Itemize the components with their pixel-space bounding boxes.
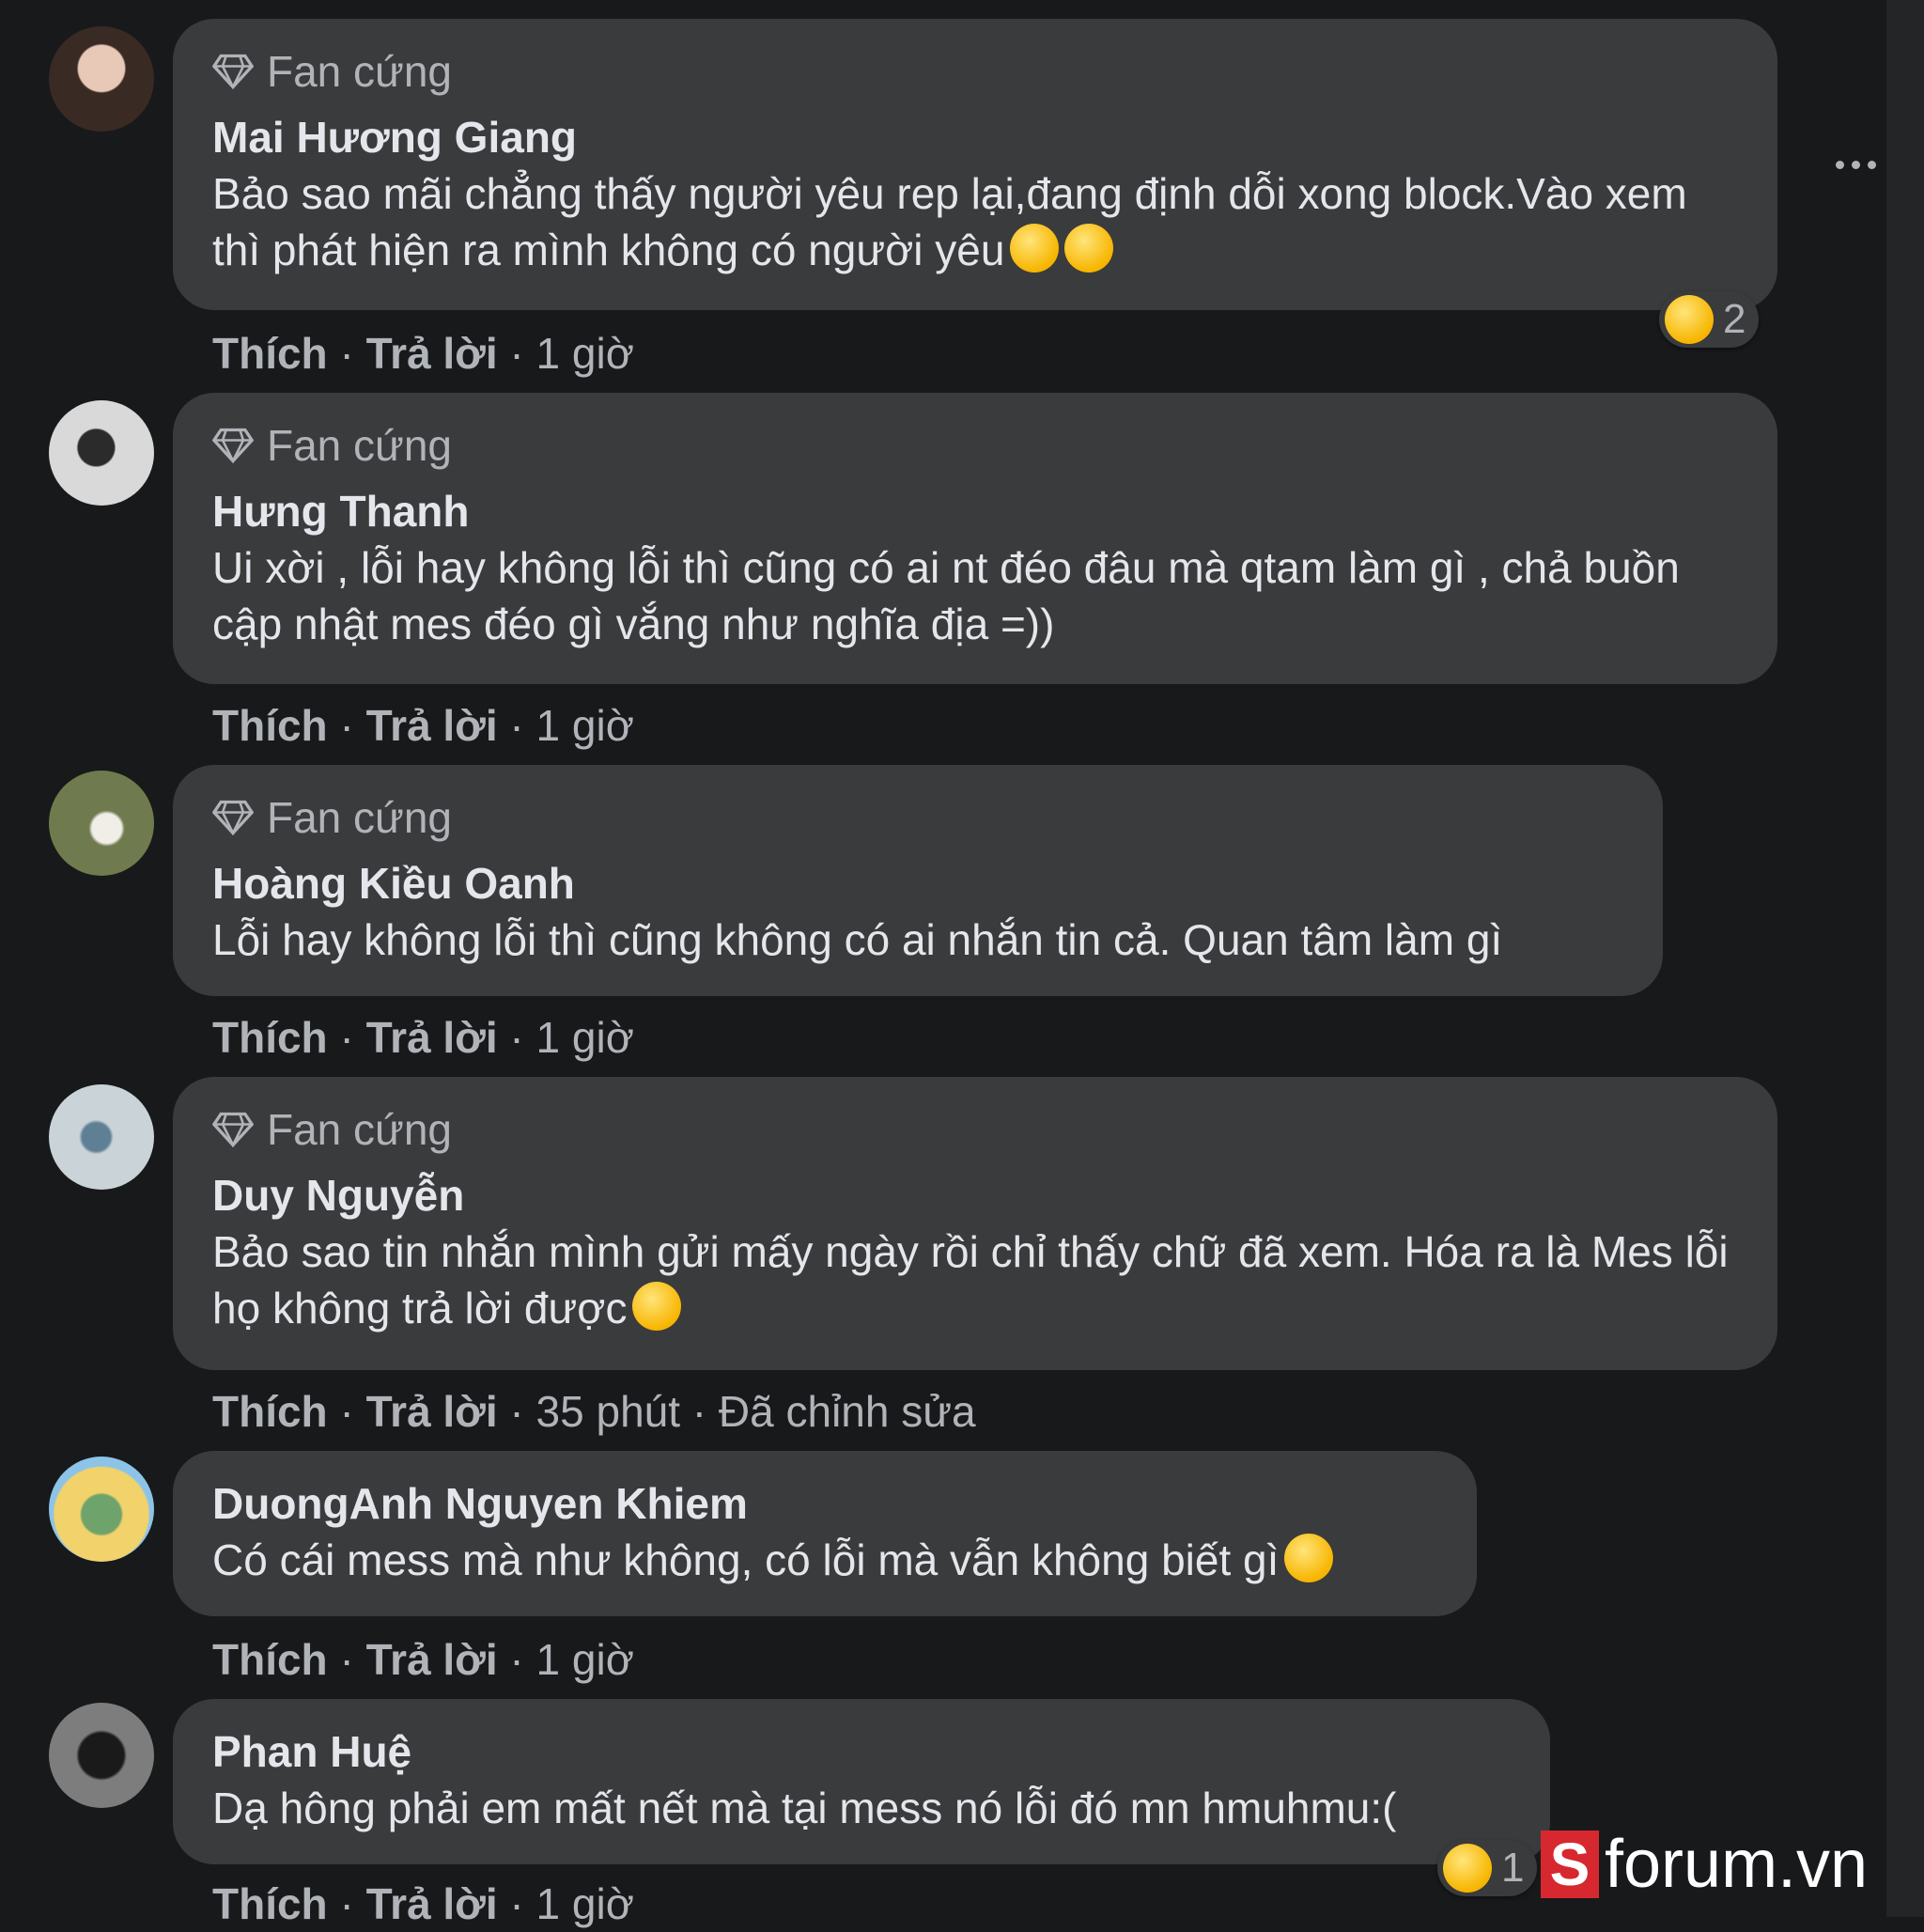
comment-actions: Thích · Trả lời · 1 giờ — [212, 1635, 634, 1684]
comment-author[interactable]: Hưng Thanh — [212, 483, 1740, 539]
fan-badge: Fan cứng — [212, 43, 1740, 100]
comment-actions: Thích · Trả lời · 1 giờ — [212, 329, 634, 378]
comment-author[interactable]: Phan Huệ — [212, 1723, 1513, 1780]
logo-letter: S — [1541, 1831, 1599, 1898]
comment-bubble: Fan cứng Hưng Thanh Ui xời , lỗi hay khô… — [173, 393, 1777, 684]
timestamp[interactable]: 1 giờ — [536, 1879, 634, 1928]
timestamp[interactable]: 1 giờ — [536, 1013, 634, 1062]
avatar[interactable] — [49, 400, 154, 506]
laughing-emoji-icon — [1665, 295, 1714, 344]
fan-badge: Fan cứng — [212, 1101, 1740, 1158]
comment-text: Có cái mess mà như không, có lỗi mà vẫn … — [212, 1535, 1280, 1584]
comment-text: Bảo sao mãi chẳng thấy người yêu rep lại… — [212, 169, 1687, 274]
grinning-emoji-icon — [1064, 224, 1114, 273]
reaction-count: 1 — [1501, 1845, 1525, 1891]
smile-emoji-icon — [1284, 1534, 1334, 1582]
comment-bubble: DuongAnh Nguyen Khiem Có cái mess mà như… — [173, 1451, 1477, 1616]
diamond-icon — [212, 428, 254, 464]
timestamp[interactable]: 1 giờ — [536, 701, 634, 750]
comment-bubble: Phan Huệ Dạ hông phải em mất nết mà tại … — [173, 1699, 1550, 1864]
like-button[interactable]: Thích — [212, 701, 328, 750]
comment-text: Bảo sao tin nhắn mình gửi mấy ngày rồi c… — [212, 1227, 1729, 1332]
comment-actions: Thích · Trả lời · 1 giờ — [212, 1013, 634, 1062]
badge-label: Fan cứng — [267, 421, 453, 470]
reaction-summary[interactable]: 1 — [1437, 1840, 1538, 1896]
fan-badge: Fan cứng — [212, 417, 1740, 474]
badge-label: Fan cứng — [267, 793, 453, 842]
comment-text: Lỗi hay không lỗi thì cũng không có ai n… — [212, 915, 1503, 964]
comment-author[interactable]: Mai Hương Giang — [212, 109, 1740, 165]
comment-text: Dạ hông phải em mất nết mà tại mess nó l… — [212, 1784, 1397, 1832]
edited-label[interactable]: Đã chỉnh sửa — [719, 1387, 976, 1436]
fan-badge: Fan cứng — [212, 789, 1625, 846]
comment-actions: Thích · Trả lời · 35 phút · Đã chỉnh sửa — [212, 1387, 976, 1436]
like-button[interactable]: Thích — [212, 1013, 328, 1062]
comment-bubble: Fan cứng Mai Hương Giang Bảo sao mãi chẳ… — [173, 19, 1777, 310]
comment-author[interactable]: DuongAnh Nguyen Khiem — [212, 1475, 1439, 1532]
comment-actions: Thích · Trả lời · 1 giờ — [212, 1879, 634, 1928]
comment-text: Ui xời , lỗi hay không lỗi thì cũng có a… — [212, 543, 1680, 648]
comment-author[interactable]: Hoàng Kiều Oanh — [212, 855, 1625, 911]
logo-word: forum.vn — [1605, 1827, 1869, 1902]
reply-button[interactable]: Trả lời — [366, 1879, 498, 1928]
more-options-icon[interactable] — [1823, 146, 1888, 183]
diamond-icon — [212, 800, 254, 836]
badge-label: Fan cứng — [267, 47, 453, 96]
diamond-icon — [212, 1112, 254, 1148]
like-button[interactable]: Thích — [212, 329, 328, 378]
badge-label: Fan cứng — [267, 1105, 453, 1154]
scrollbar-track[interactable] — [1886, 0, 1924, 1917]
comment-bubble: Fan cứng Duy Nguyễn Bảo sao tin nhắn mìn… — [173, 1077, 1777, 1370]
laughing-emoji-icon — [1443, 1844, 1492, 1893]
reply-button[interactable]: Trả lời — [366, 1635, 498, 1684]
avatar[interactable] — [49, 771, 154, 876]
reaction-summary[interactable]: 2 — [1659, 291, 1760, 348]
relieved-emoji-icon — [632, 1282, 682, 1331]
reaction-count: 2 — [1723, 296, 1746, 342]
timestamp[interactable]: 35 phút — [536, 1387, 680, 1436]
avatar[interactable] — [49, 1457, 154, 1562]
like-button[interactable]: Thích — [212, 1879, 328, 1928]
like-button[interactable]: Thích — [212, 1635, 328, 1684]
reply-button[interactable]: Trả lời — [366, 701, 498, 750]
comment-actions: Thích · Trả lời · 1 giờ — [212, 701, 634, 750]
timestamp[interactable]: 1 giờ — [536, 1635, 634, 1684]
avatar[interactable] — [49, 1703, 154, 1808]
like-button[interactable]: Thích — [212, 1387, 328, 1436]
diamond-icon — [212, 54, 254, 90]
comment-author[interactable]: Duy Nguyễn — [212, 1167, 1740, 1223]
grinning-emoji-icon — [1010, 224, 1060, 273]
avatar[interactable] — [49, 1084, 154, 1190]
reply-button[interactable]: Trả lời — [366, 1013, 498, 1062]
avatar[interactable] — [49, 26, 154, 132]
timestamp[interactable]: 1 giờ — [536, 329, 634, 378]
reply-button[interactable]: Trả lời — [366, 329, 498, 378]
sforum-watermark-logo: S forum.vn — [1541, 1827, 1868, 1902]
reply-button[interactable]: Trả lời — [366, 1387, 498, 1436]
comment-bubble: Fan cứng Hoàng Kiều Oanh Lỗi hay không l… — [173, 765, 1663, 996]
